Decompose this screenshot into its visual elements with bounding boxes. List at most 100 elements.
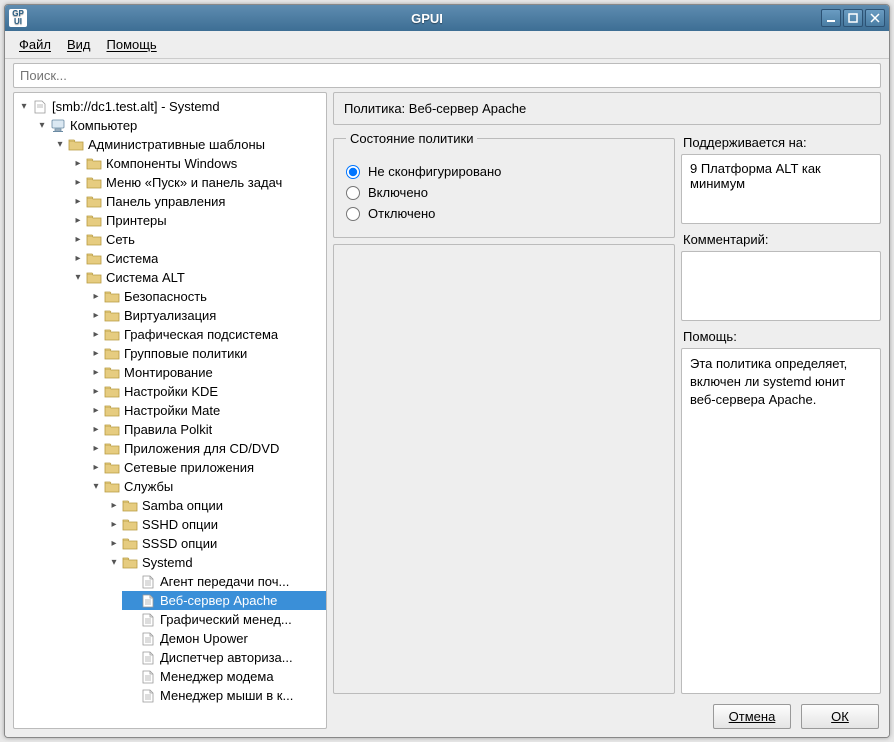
tree-policy-item[interactable]: ▸Демон Upower [122, 629, 326, 648]
app-window: GPUI GPUI Файл Вид Помощь ▾[smb://dc1.te… [4, 4, 890, 738]
expand-icon[interactable]: ▸ [90, 443, 102, 454]
file-icon [140, 594, 156, 608]
expand-icon[interactable]: ▸ [72, 215, 84, 226]
tree-admin-templates[interactable]: ▾Административные шаблоны [50, 135, 326, 154]
expand-icon[interactable]: ▸ [90, 462, 102, 473]
expand-icon[interactable]: ▸ [72, 234, 84, 245]
radio-disabled[interactable]: Отключено [346, 206, 662, 221]
tree-folder[interactable]: ▸Панель управления [68, 192, 326, 211]
tree-folder[interactable]: ▸ Принтеры [68, 211, 326, 230]
policy-title: Политика: Веб-сервер Apache [333, 92, 881, 125]
expand-icon[interactable]: ▸ [90, 329, 102, 340]
titlebar[interactable]: GPUI GPUI [5, 5, 889, 31]
tree-policy-item[interactable]: ▸Веб-сервер Apache [122, 591, 326, 610]
ok-button[interactable]: ОК [801, 704, 879, 729]
tree-item-label: Система ALT [106, 270, 185, 285]
tree-folder[interactable]: ▸Виртуализация [86, 306, 326, 325]
tree-folder[interactable]: ▸Монтирование [86, 363, 326, 382]
tree-item-label: Сеть [106, 232, 135, 247]
menu-view[interactable]: Вид [61, 35, 97, 54]
radio-enabled-input[interactable] [346, 186, 360, 200]
cancel-button[interactable]: Отмена [713, 704, 791, 729]
options-area [333, 244, 675, 694]
expand-icon[interactable]: ▸ [72, 158, 84, 169]
minimize-button[interactable] [821, 9, 841, 27]
expand-icon[interactable]: ▸ [90, 291, 102, 302]
folder-icon [104, 404, 120, 418]
tree-folder[interactable]: ▸Сетевые приложения [86, 458, 326, 477]
tree-folder[interactable]: ▸Графическая подсистема [86, 325, 326, 344]
expand-icon[interactable]: ▸ [90, 424, 102, 435]
menu-file[interactable]: Файл [13, 35, 57, 54]
tree-item-label: Правила Polkit [124, 422, 212, 437]
expand-icon[interactable]: ▸ [90, 310, 102, 321]
close-button[interactable] [865, 9, 885, 27]
tree-policy-item[interactable]: ▸Менеджер модема [122, 667, 326, 686]
radio-enabled[interactable]: Включено [346, 185, 662, 200]
radio-not-configured[interactable]: Не сконфигурировано [346, 164, 662, 179]
tree-root-item[interactable]: ▾[smb://dc1.test.alt] - Systemd [14, 97, 326, 116]
tree-folder[interactable]: ▸Приложения для CD/DVD [86, 439, 326, 458]
tree-folder[interactable]: ▸ Компоненты Windows [68, 154, 326, 173]
tree-pane[interactable]: ▾[smb://dc1.test.alt] - Systemd▾Компьюте… [13, 92, 327, 729]
tree-item-label: Безопасность [124, 289, 207, 304]
radio-disabled-input[interactable] [346, 207, 360, 221]
folder-icon [104, 328, 120, 342]
help-text: Эта политика определяет, включен ли syst… [681, 348, 881, 694]
tree-policy-item[interactable]: ▸Графический менед... [122, 610, 326, 629]
comment-text[interactable] [681, 251, 881, 321]
tree-folder[interactable]: ▸ Безопасность [86, 287, 326, 306]
tree-alt-system[interactable]: ▾ Система ALT [68, 268, 326, 287]
tree-folder[interactable]: ▸Настройки Mate [86, 401, 326, 420]
tree-folder[interactable]: ▸ Правила Polkit [86, 420, 326, 439]
expand-icon[interactable]: ▸ [108, 500, 120, 511]
tree-folder[interactable]: ▸ Система [68, 249, 326, 268]
tree-folder[interactable]: ▸Групповые политики [86, 344, 326, 363]
menu-help[interactable]: Помощь [101, 35, 163, 54]
tree-folder[interactable]: ▸SSSD опции [104, 534, 326, 553]
collapse-icon[interactable]: ▾ [18, 101, 30, 112]
collapse-icon[interactable]: ▾ [90, 481, 102, 492]
tree-item-label: Службы [124, 479, 173, 494]
tree-folder[interactable]: ▸ Сеть [68, 230, 326, 249]
tree-computer[interactable]: ▾Компьютер [32, 116, 326, 135]
tree-folder[interactable]: ▸Samba опции [104, 496, 326, 515]
expand-icon[interactable]: ▸ [72, 253, 84, 264]
expand-icon[interactable]: ▸ [90, 386, 102, 397]
expand-icon[interactable]: ▸ [108, 519, 120, 530]
tree-systemd[interactable]: ▾Systemd [104, 553, 326, 572]
collapse-icon[interactable]: ▾ [108, 557, 120, 568]
expand-icon[interactable]: ▸ [90, 348, 102, 359]
folder-icon [86, 252, 102, 266]
folder-icon [86, 271, 102, 285]
file-icon [140, 575, 156, 589]
tree-policy-item[interactable]: ▸Агент передачи поч... [122, 572, 326, 591]
radio-not-configured-input[interactable] [346, 165, 360, 179]
tree-policy-item[interactable]: ▸Менеджер мыши в к... [122, 686, 326, 705]
tree-item-label: Система [106, 251, 158, 266]
tree-policy-item[interactable]: ▸Диспетчер авториза... [122, 648, 326, 667]
tree-item-label: Веб-сервер Apache [160, 593, 277, 608]
maximize-button[interactable] [843, 9, 863, 27]
expand-icon[interactable]: ▸ [72, 196, 84, 207]
collapse-icon[interactable]: ▾ [36, 120, 48, 131]
file-icon [140, 670, 156, 684]
tree-folder[interactable]: ▸SSHD опции [104, 515, 326, 534]
collapse-icon[interactable]: ▾ [54, 139, 66, 150]
search-input[interactable] [13, 63, 881, 88]
tree-folder[interactable]: ▸Настройки KDE [86, 382, 326, 401]
expand-icon[interactable]: ▸ [108, 538, 120, 549]
tree-folder[interactable]: ▸ Меню «Пуск» и панель задач [68, 173, 326, 192]
tree-item-label: Меню «Пуск» и панель задач [106, 175, 282, 190]
folder-icon [104, 290, 120, 304]
tree-services[interactable]: ▾ Службы [86, 477, 326, 496]
expand-icon[interactable]: ▸ [72, 177, 84, 188]
tree-item-label: Компоненты Windows [106, 156, 237, 171]
folder-icon [122, 556, 138, 570]
tree-item-label: Принтеры [106, 213, 167, 228]
supported-label: Поддерживается на: [681, 131, 881, 150]
window-title: GPUI [33, 11, 821, 26]
expand-icon[interactable]: ▸ [90, 405, 102, 416]
collapse-icon[interactable]: ▾ [72, 272, 84, 283]
expand-icon[interactable]: ▸ [90, 367, 102, 378]
